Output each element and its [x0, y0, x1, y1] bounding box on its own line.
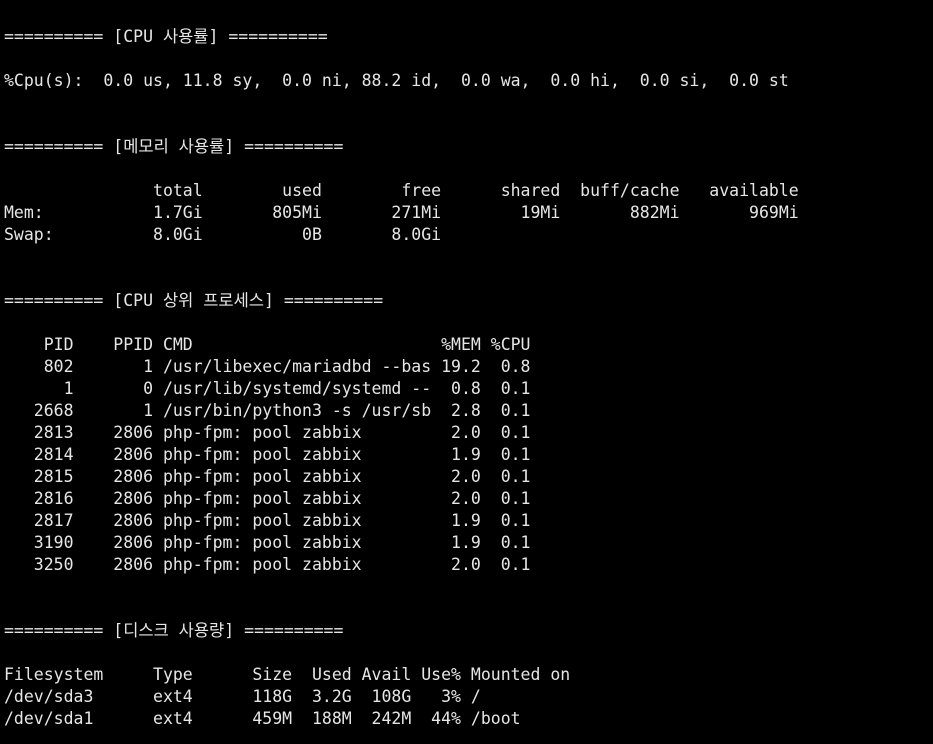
memory-table-header: total used free shared buff/cache availa… — [4, 181, 799, 200]
terminal-output[interactable]: ========== [CPU 사용률] ========== %Cpu(s):… — [4, 26, 929, 744]
process-row: 802 1 /usr/libexec/mariadbd --bas 19.2 0… — [4, 357, 531, 376]
process-row: 2813 2806 php-fpm: pool zabbix 2.0 0.1 — [4, 423, 531, 442]
process-row: 3190 2806 php-fpm: pool zabbix 1.9 0.1 — [4, 533, 531, 552]
process-row: 2817 2806 php-fpm: pool zabbix 1.9 0.1 — [4, 511, 531, 530]
memory-row-mem: Mem: 1.7Gi 805Mi 271Mi 19Mi 882Mi 969Mi — [4, 203, 799, 222]
disk-row: /dev/sda3 ext4 118G 3.2G 108G 3% / — [4, 687, 481, 706]
cpu-usage-header: ========== [CPU 사용률] ========== — [4, 27, 328, 46]
process-row: 2815 2806 php-fpm: pool zabbix 2.0 0.1 — [4, 467, 531, 486]
memory-row-swap: Swap: 8.0Gi 0B 8.0Gi — [4, 225, 442, 244]
top-process-header: ========== [CPU 상위 프로세스] ========== — [4, 291, 384, 310]
disk-row: /dev/sda1 ext4 459M 188M 242M 44% /boot — [4, 709, 521, 728]
memory-usage-header: ========== [메모리 사용률] ========== — [4, 137, 344, 156]
cpu-stats-line: %Cpu(s): 0.0 us, 11.8 sy, 0.0 ni, 88.2 i… — [4, 71, 789, 90]
process-row: 2814 2806 php-fpm: pool zabbix 1.9 0.1 — [4, 445, 531, 464]
process-row: 2816 2806 php-fpm: pool zabbix 2.0 0.1 — [4, 489, 531, 508]
process-row: 2668 1 /usr/bin/python3 -s /usr/sb 2.8 0… — [4, 401, 531, 420]
process-table-header: PID PPID CMD %MEM %CPU — [4, 335, 531, 354]
process-row: 3250 2806 php-fpm: pool zabbix 2.0 0.1 — [4, 555, 531, 574]
disk-table-header: Filesystem Type Size Used Avail Use% Mou… — [4, 665, 571, 684]
disk-usage-header: ========== [디스크 사용량] ========== — [4, 621, 344, 640]
process-row: 1 0 /usr/lib/systemd/systemd -- 0.8 0.1 — [4, 379, 531, 398]
